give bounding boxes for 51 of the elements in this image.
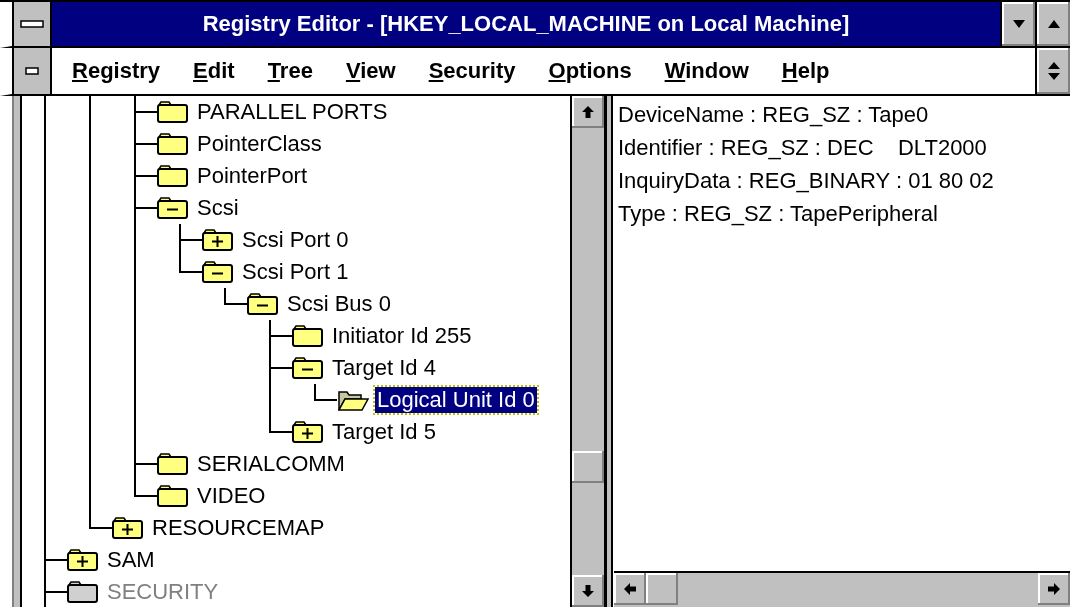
tree-node-label[interactable]: SAM [105, 547, 157, 573]
menu-item[interactable]: Window [664, 58, 749, 84]
menu-item[interactable]: Security [428, 58, 516, 84]
dash-icon [20, 20, 44, 28]
horizontal-scrollbar[interactable] [614, 571, 1070, 607]
restore-button[interactable] [1035, 48, 1070, 94]
scroll-thumb[interactable] [572, 450, 604, 483]
menu-item[interactable]: Registry [72, 58, 161, 84]
up-down-arrow-icon [1046, 61, 1061, 81]
tree-node-label[interactable]: Scsi Bus 0 [285, 291, 393, 317]
tree-node-label[interactable]: RESOURCEMAP [150, 515, 327, 541]
scroll-right-button[interactable] [1038, 573, 1070, 605]
arrow-up-icon [581, 105, 595, 119]
scroll-thumb[interactable] [646, 573, 678, 605]
scroll-up-button[interactable] [572, 96, 604, 128]
caret-up-icon [1046, 19, 1061, 29]
menu-item[interactable]: View [345, 58, 396, 84]
tree-node-label[interactable]: Target Id 4 [330, 355, 438, 381]
tree-node-label[interactable]: Target Id 5 [330, 419, 438, 445]
tree-node-label[interactable]: Scsi [195, 195, 241, 221]
tree-node-label[interactable]: PARALLEL PORTS [195, 99, 390, 125]
menu-item[interactable]: Help [781, 58, 830, 84]
document-menu-button[interactable] [12, 48, 52, 94]
tree-node-label[interactable]: Logical Unit Id 0 [375, 387, 537, 413]
tree-node-label[interactable]: Scsi Port 0 [240, 227, 351, 253]
tree-node-label[interactable]: VIDEO [195, 483, 268, 509]
menu-item[interactable]: Edit [193, 58, 235, 84]
system-menu-button[interactable] [12, 2, 52, 46]
menu-item[interactable]: Options [548, 58, 632, 84]
tree-node-label[interactable]: Scsi Port 1 [240, 259, 351, 285]
window-title: Registry Editor - [HKEY_LOCAL_MACHINE on Local Machine] [52, 2, 1000, 46]
tree-node-label[interactable]: PointerClass [195, 131, 324, 157]
splitter-bar[interactable] [604, 96, 614, 607]
tree-node-label[interactable]: Initiator Id 255 [330, 323, 474, 349]
value-entry[interactable]: DeviceName : REG_SZ : Tape0 [618, 98, 1066, 131]
arrow-right-icon [1047, 582, 1061, 596]
tree-node-label[interactable]: SERIALCOMM [195, 451, 347, 477]
dash-icon [25, 67, 39, 75]
minimize-button[interactable] [1000, 2, 1035, 46]
scroll-down-button[interactable] [572, 575, 604, 607]
value-entry[interactable]: Identifier : REG_SZ : DEC DLT2000 [618, 131, 1066, 164]
arrow-down-icon [581, 584, 595, 598]
menu-item[interactable]: Tree [267, 58, 313, 84]
caret-down-icon [1011, 19, 1026, 29]
scroll-left-button[interactable] [614, 573, 646, 605]
tree-node-label[interactable]: PointerPort [195, 163, 310, 189]
maximize-button[interactable] [1035, 2, 1070, 46]
value-entry[interactable]: Type : REG_SZ : TapePeripheral [618, 197, 1066, 230]
arrow-left-icon [623, 582, 637, 596]
value-entry[interactable]: InquiryData : REG_BINARY : 01 80 02 [618, 164, 1066, 197]
vertical-scrollbar[interactable] [570, 96, 604, 607]
